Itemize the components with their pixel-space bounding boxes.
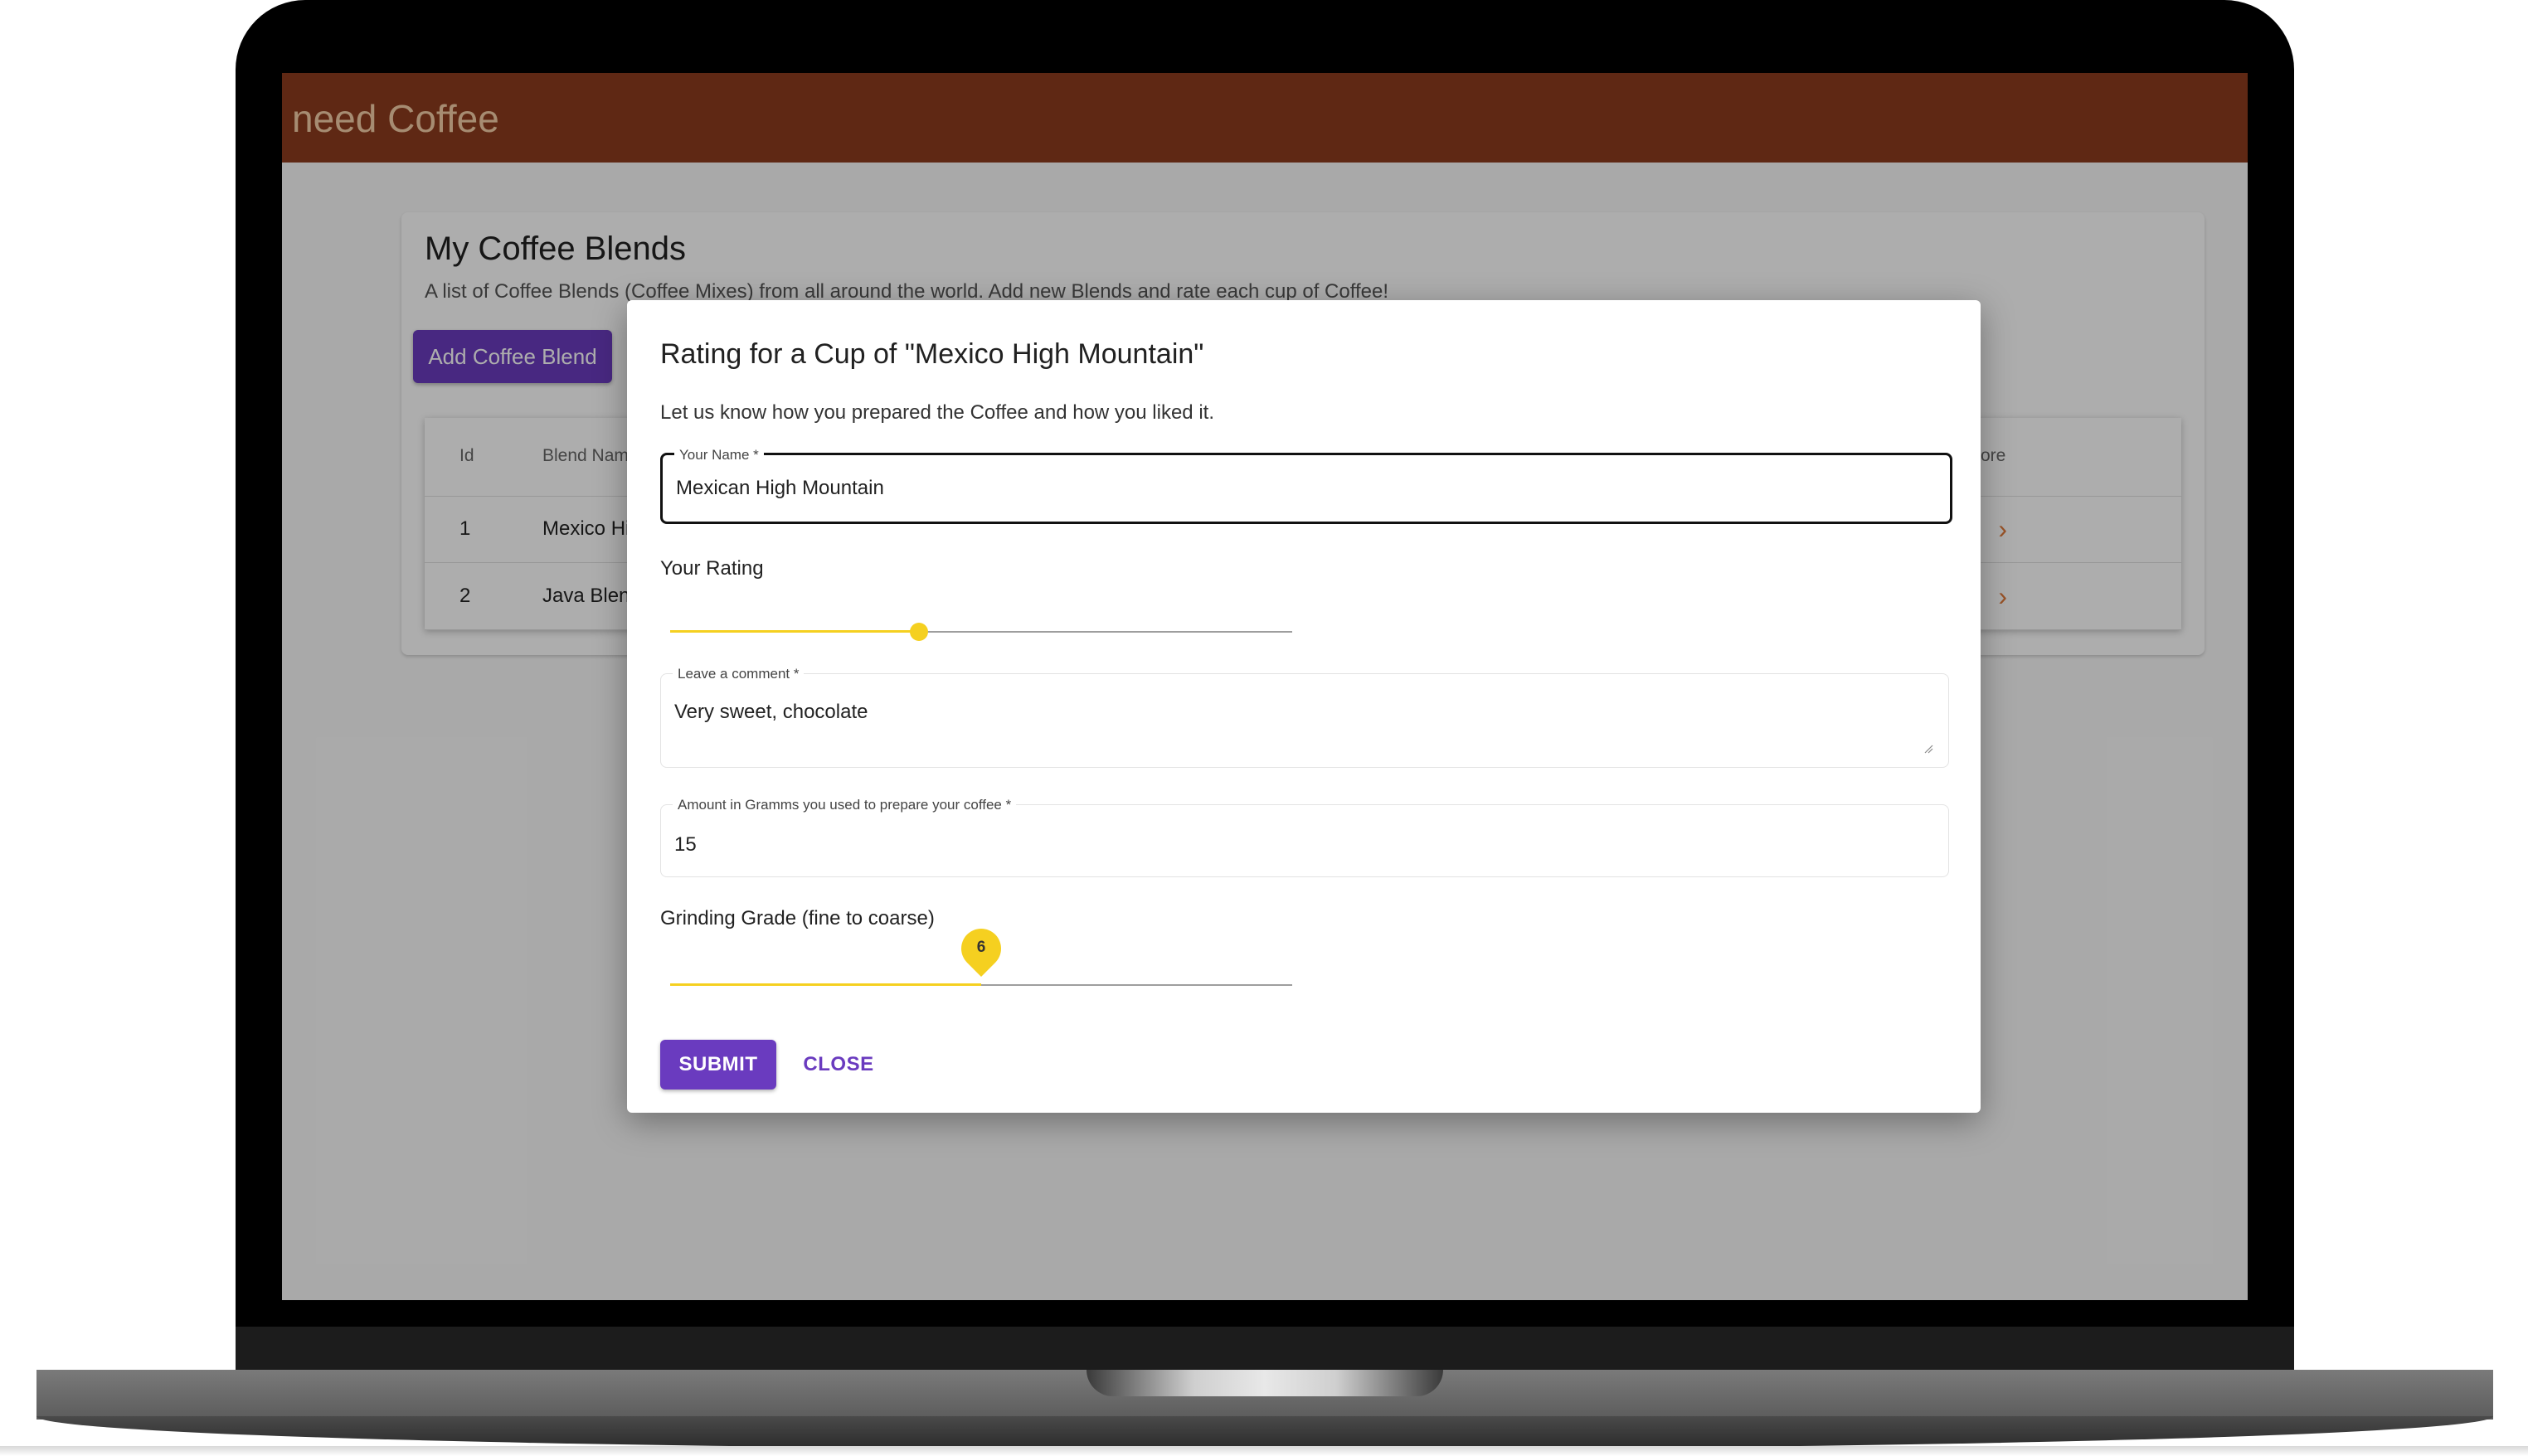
- grinding-value: 6: [976, 939, 986, 956]
- rating-slider-track: [670, 630, 919, 633]
- close-button[interactable]: CLOSE: [801, 1040, 876, 1090]
- amount-field[interactable]: Amount in Gramms you used to prepare you…: [660, 797, 1949, 877]
- rating-label: Your Rating: [660, 557, 764, 580]
- grinding-label: Grinding Grade (fine to coarse): [660, 907, 935, 929]
- laptop-chin: [236, 1327, 2294, 1373]
- comment-field[interactable]: Leave a comment * Very sweet, chocolate: [660, 666, 1949, 768]
- comment-field-value[interactable]: Very sweet, chocolate: [674, 701, 868, 724]
- laptop-base-bottom: [36, 1416, 2493, 1449]
- amount-field-value[interactable]: 15: [674, 833, 697, 857]
- floor-shadow: [0, 1446, 2528, 1456]
- amount-field-label: Amount in Gramms you used to prepare you…: [673, 797, 1017, 813]
- submit-button[interactable]: SUBMIT: [660, 1040, 776, 1090]
- rating-slider-thumb[interactable]: [910, 623, 928, 641]
- comment-field-label: Leave a comment *: [673, 666, 805, 682]
- rating-dialog: Rating for a Cup of "Mexico High Mountai…: [627, 300, 1981, 1113]
- grinding-slider-track: [670, 983, 981, 986]
- resize-handle-icon[interactable]: [1923, 744, 1933, 754]
- name-field-value[interactable]: Mexican High Mountain: [676, 477, 884, 500]
- name-field[interactable]: Your Name * Mexican High Mountain: [660, 447, 1952, 524]
- screen: need Coffee My Coffee Blends A list of C…: [282, 73, 2248, 1300]
- name-field-label: Your Name *: [674, 447, 764, 463]
- dialog-description: Let us know how you prepared the Coffee …: [660, 401, 1214, 424]
- laptop-notch: [1087, 1370, 1443, 1396]
- dialog-title: Rating for a Cup of "Mexico High Mountai…: [660, 338, 1204, 370]
